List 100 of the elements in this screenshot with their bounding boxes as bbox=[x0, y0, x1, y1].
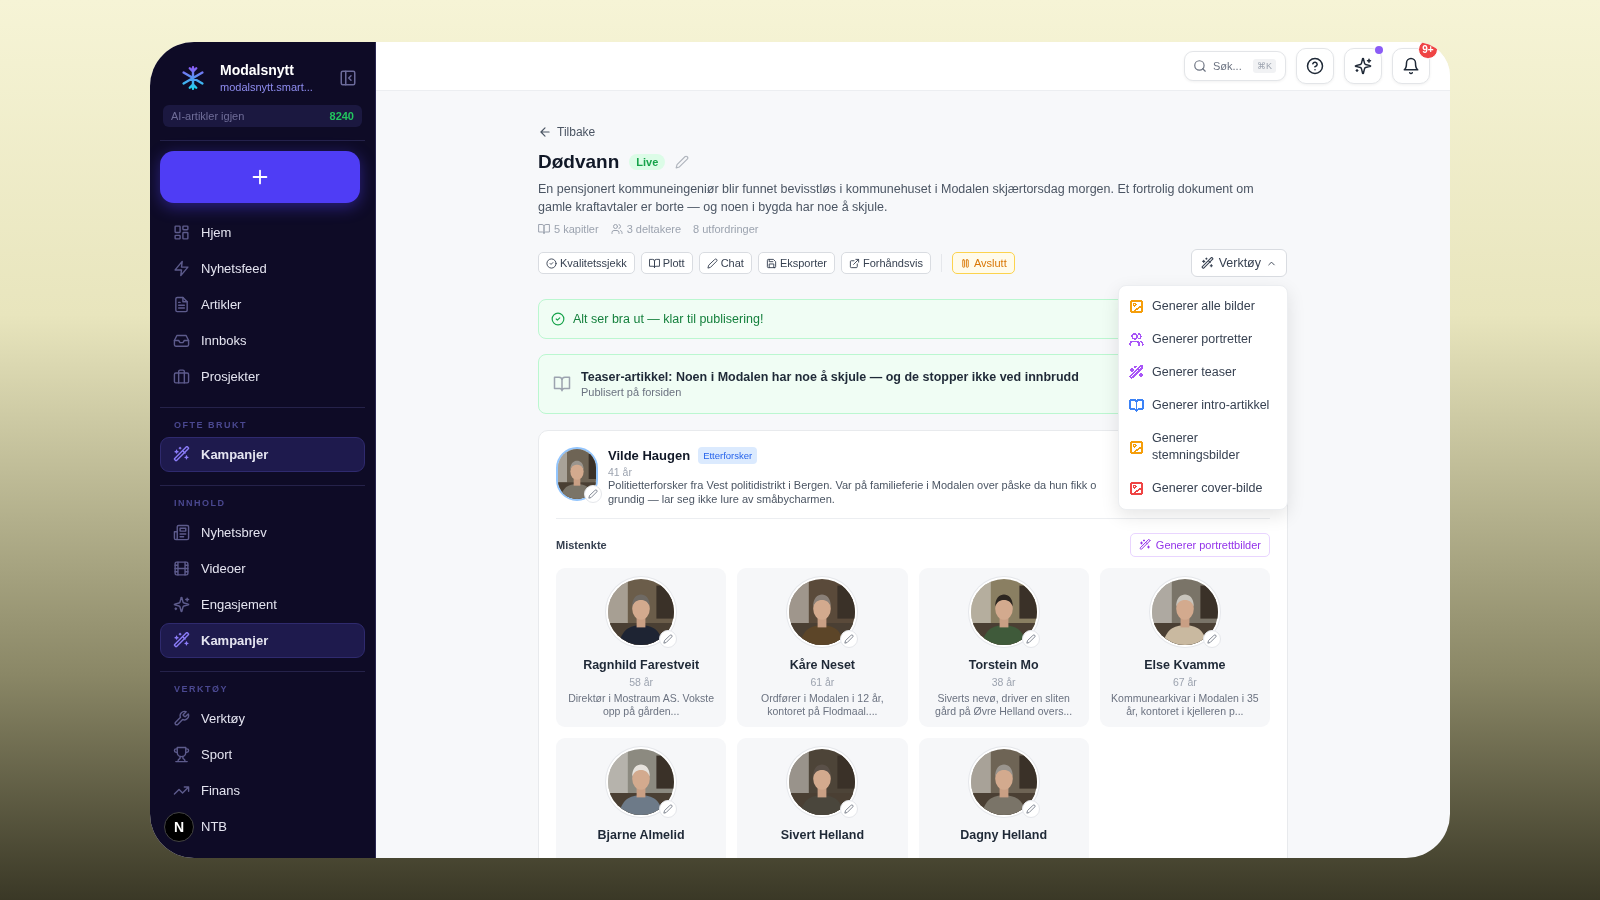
edit-portrait-button[interactable] bbox=[659, 630, 678, 648]
nav-item[interactable]: Nyhetsfeed bbox=[160, 251, 365, 286]
pencil-icon bbox=[588, 489, 598, 499]
story-title: Dødvann bbox=[538, 151, 620, 173]
book-icon bbox=[538, 223, 550, 235]
pencil-icon bbox=[706, 257, 718, 269]
character-age: 58 år bbox=[629, 676, 654, 688]
edit-portrait-button[interactable] bbox=[659, 800, 678, 818]
action-button[interactable]: Forhåndsvis bbox=[841, 252, 931, 274]
nav-item[interactable]: Videoer bbox=[160, 551, 365, 586]
sidebar-toggle-icon bbox=[339, 68, 357, 87]
teaser-subtitle: Publisert på forsiden bbox=[581, 386, 683, 398]
edit-portrait-button[interactable] bbox=[840, 630, 859, 648]
action-button[interactable]: Chat bbox=[698, 252, 752, 274]
character-name: Bjarne Almelid bbox=[597, 828, 685, 842]
notification-count: 9+ bbox=[1418, 42, 1438, 59]
snowflake-logo-icon bbox=[180, 64, 206, 91]
action-button[interactable]: Eksporter bbox=[757, 252, 835, 274]
film-icon bbox=[173, 560, 190, 577]
teaser-title: Teaser-artikkel: Noen i Modalen har noe å skjule — og de stopper ikke ved innbrudd bbox=[581, 370, 1079, 384]
wrench-icon bbox=[173, 710, 190, 727]
sparkle-icon bbox=[1354, 57, 1372, 75]
section-heading: OFTE BRUKT bbox=[173, 419, 248, 432]
action-button[interactable]: Plott bbox=[640, 252, 693, 274]
nav-item[interactable]: Kampanjer bbox=[160, 437, 365, 472]
magic-wand-icon bbox=[173, 446, 190, 463]
sparkle-icon bbox=[173, 596, 190, 613]
site-domain: modalsnytt.smart... bbox=[220, 81, 314, 93]
character-name: Kåre Neset bbox=[789, 658, 856, 672]
character-age: 41 år bbox=[608, 466, 633, 478]
back-link[interactable]: Tilbake bbox=[538, 125, 596, 139]
pencil-icon bbox=[844, 804, 855, 814]
character-age: 38 år bbox=[991, 676, 1016, 688]
assistant-button[interactable] bbox=[1344, 48, 1382, 84]
nav-item[interactable]: Sport bbox=[160, 737, 365, 772]
character-description: Direktør i Mostraum AS. Vokste opp på gården... bbox=[567, 692, 716, 718]
trophy-icon bbox=[173, 746, 190, 763]
magic-wand-icon bbox=[1138, 539, 1151, 551]
character-name: Dagny Helland bbox=[960, 828, 1048, 842]
nav-item[interactable]: Kampanjer bbox=[160, 623, 365, 658]
search-field[interactable]: Søk... bbox=[1213, 60, 1247, 72]
role-badge: Etterforsker bbox=[698, 447, 758, 464]
collapse-sidebar-button[interactable] bbox=[339, 68, 357, 87]
menu-item[interactable]: Generer intro-artikkel bbox=[1119, 389, 1287, 422]
menu-item[interactable]: Generer cover-bilde bbox=[1119, 472, 1287, 505]
status-badge: Live bbox=[629, 154, 666, 170]
document-icon bbox=[173, 296, 190, 313]
nav-item[interactable]: NTB bbox=[200, 809, 365, 844]
tools-menu-button[interactable]: Verktøy bbox=[1190, 249, 1287, 277]
generate-portraits-button[interactable]: Generer portrettbilder bbox=[1129, 533, 1270, 557]
character-name: Sivert Helland bbox=[780, 828, 865, 842]
nav-item[interactable]: Prosjekter bbox=[160, 359, 365, 394]
search-icon bbox=[1193, 59, 1207, 73]
nav-item[interactable]: Hjem bbox=[160, 215, 365, 250]
meta-text: 8 utfordringer bbox=[693, 223, 759, 235]
menu-item[interactable]: Generer alle bilder bbox=[1119, 290, 1287, 323]
success-message: Alt ser bra ut — klar til publisering! bbox=[573, 312, 764, 326]
action-button[interactable]: Kvalitetssjekk bbox=[538, 252, 635, 274]
users-icon bbox=[610, 223, 623, 235]
nav-item[interactable]: Verktøy bbox=[160, 701, 365, 736]
credits-count: 8240 bbox=[329, 110, 354, 122]
pencil-icon bbox=[663, 804, 674, 814]
book-icon bbox=[553, 375, 571, 393]
nav-item[interactable]: Innboks bbox=[160, 323, 365, 358]
bell-icon bbox=[1402, 57, 1420, 75]
external-link-icon bbox=[849, 257, 860, 269]
pencil-icon bbox=[1025, 634, 1036, 644]
book-icon bbox=[648, 257, 660, 269]
character-description: Ordfører i Modalen i 12 år, kontoret på Flodmaal.... bbox=[760, 692, 885, 718]
character-description: grundig — lar seg ikke lure av småbycharmen. bbox=[608, 492, 836, 506]
edit-portrait-button[interactable] bbox=[584, 485, 602, 503]
meta-text: 3 deltakere bbox=[626, 223, 682, 235]
nav-item[interactable]: Finans bbox=[160, 773, 365, 808]
pencil-icon bbox=[675, 155, 690, 169]
character-name: Else Kvamme bbox=[1144, 658, 1226, 672]
menu-item[interactable]: Generer stemningsbilder bbox=[1119, 422, 1287, 472]
help-icon bbox=[1306, 57, 1324, 75]
nav-item[interactable]: Artikler bbox=[160, 287, 365, 322]
menu-item[interactable]: Generer teaser bbox=[1119, 356, 1287, 389]
character-age: 61 år bbox=[810, 676, 835, 688]
menu-item[interactable]: Generer portretter bbox=[1119, 323, 1287, 356]
check-circle-icon bbox=[551, 312, 565, 326]
character-name: Ragnhild Farestveit bbox=[583, 658, 700, 672]
character-name: Torstein Mo bbox=[968, 658, 1039, 672]
dev-tools-badge[interactable]: N bbox=[164, 812, 194, 842]
magic-wand-icon bbox=[1200, 256, 1214, 270]
nav-item[interactable]: Nyhetsbrev bbox=[160, 515, 365, 550]
character-name: Vilde Haugen bbox=[608, 448, 691, 463]
section-heading: Mistenkte bbox=[556, 539, 607, 551]
pencil-icon bbox=[1206, 634, 1217, 644]
floppy-disk-icon bbox=[765, 257, 777, 269]
nav-item[interactable]: Engasjement bbox=[160, 587, 365, 622]
pencil-icon bbox=[663, 634, 674, 644]
section-heading: INNHOLD bbox=[173, 497, 227, 510]
pause-icon bbox=[959, 257, 971, 269]
character-description: Politietterforsker fra Vest politidistrikt i Bergen. Var på familieferie i Modalen over påske da hun fikk o bbox=[608, 478, 1097, 492]
pencil-icon bbox=[844, 634, 855, 644]
help-button[interactable] bbox=[1296, 48, 1334, 84]
edit-portrait-button[interactable] bbox=[840, 800, 859, 818]
newspaper-icon bbox=[173, 524, 190, 541]
